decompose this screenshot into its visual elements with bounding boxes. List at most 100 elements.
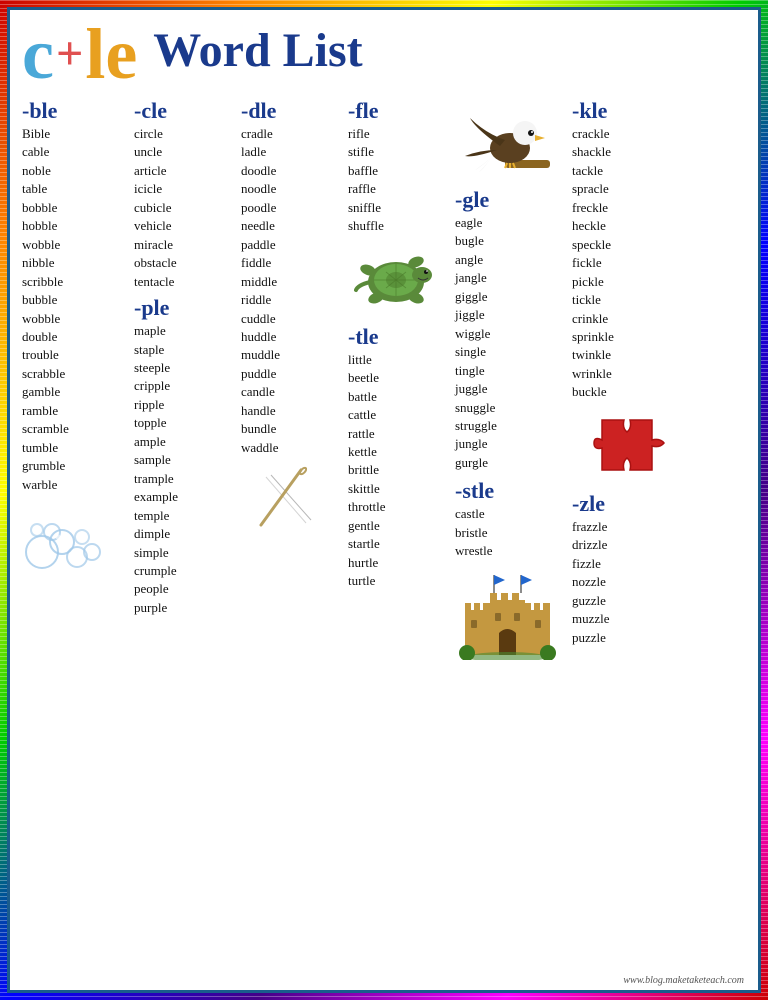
list-item: grumble	[22, 457, 132, 475]
list-item: beetle	[348, 369, 453, 387]
section-gle: -gle eagle bugle angle jangle giggle jig…	[455, 98, 570, 665]
list-item: turtle	[348, 572, 453, 590]
list-item: people	[134, 580, 239, 598]
list-item: throttle	[348, 498, 453, 516]
list-item: fickle	[572, 254, 692, 272]
list-item: Bible	[22, 125, 132, 143]
list-item: sprinkle	[572, 328, 692, 346]
list-item: topple	[134, 414, 239, 432]
list-item: stifle	[348, 143, 453, 161]
list-item: wobble	[22, 236, 132, 254]
list-item: candle	[241, 383, 346, 401]
list-item: wrinkle	[572, 365, 692, 383]
list-item: struggle	[455, 417, 570, 435]
kle-word-list: crackle shackle tackle spracle freckle h…	[572, 125, 692, 402]
section-tle: -tle little beetle battle cattle rattle …	[348, 324, 453, 591]
list-item: waddle	[241, 439, 346, 457]
list-item: tackle	[572, 162, 692, 180]
turtle-image	[348, 240, 453, 320]
list-item: uncle	[134, 143, 239, 161]
list-item: sniffle	[348, 199, 453, 217]
list-item: crinkle	[572, 310, 692, 328]
list-item: hobble	[22, 217, 132, 235]
list-item: ripple	[134, 396, 239, 414]
list-item: obstacle	[134, 254, 239, 272]
list-item: shuffle	[348, 217, 453, 235]
list-item: cable	[22, 143, 132, 161]
footer-url: www.blog.maketaketeach.com	[623, 975, 744, 986]
list-item: eagle	[455, 214, 570, 232]
list-item: double	[22, 328, 132, 346]
list-item: little	[348, 351, 453, 369]
list-item: noble	[22, 162, 132, 180]
list-item: cradle	[241, 125, 346, 143]
list-item: drizzle	[572, 536, 692, 554]
stle-header: -stle	[455, 478, 570, 504]
list-item: muzzle	[572, 610, 692, 628]
list-item: example	[134, 488, 239, 506]
list-item: trouble	[22, 346, 132, 364]
list-item: wobble	[22, 310, 132, 328]
list-item: raffle	[348, 180, 453, 198]
list-item: heckle	[572, 217, 692, 235]
list-item: guzzle	[572, 592, 692, 610]
list-item: jungle	[455, 435, 570, 453]
list-item: bobble	[22, 199, 132, 217]
list-item: crackle	[572, 125, 692, 143]
logo-plus: +	[56, 30, 83, 78]
list-item: simple	[134, 544, 239, 562]
list-item: fiddle	[241, 254, 346, 272]
castle-svg	[455, 565, 560, 660]
list-item: wrestle	[455, 542, 570, 560]
fle-header: -fle	[348, 98, 453, 124]
list-item: tingle	[455, 362, 570, 380]
list-item: nozzle	[572, 573, 692, 591]
list-item: handle	[241, 402, 346, 420]
section-ble: -ble Bible cable noble table bobble hobb…	[22, 98, 132, 665]
tle-header: -tle	[348, 324, 453, 350]
list-item: tickle	[572, 291, 692, 309]
section-cle: -cle circle uncle article icicle cubicle…	[134, 98, 239, 291]
header: c + le Word List	[22, 18, 746, 90]
list-item: bubble	[22, 291, 132, 309]
needle-svg	[241, 465, 331, 530]
logo: c + le	[22, 18, 137, 90]
list-item: ramble	[22, 402, 132, 420]
list-item: fizzle	[572, 555, 692, 573]
list-item: skittle	[348, 480, 453, 498]
list-item: puddle	[241, 365, 346, 383]
list-item: huddle	[241, 328, 346, 346]
right-top: -gle eagle bugle angle jangle giggle jig…	[455, 98, 746, 665]
list-item: cripple	[134, 377, 239, 395]
cle-header: -cle	[134, 98, 239, 124]
list-item: freckle	[572, 199, 692, 217]
list-item: icicle	[134, 180, 239, 198]
list-item: temple	[134, 507, 239, 525]
list-item: bugle	[455, 232, 570, 250]
turtle-svg	[348, 240, 443, 315]
puzzle-image	[592, 410, 692, 485]
list-item: staple	[134, 341, 239, 359]
list-item: sample	[134, 451, 239, 469]
cle-word-list: circle uncle article icicle cubicle vehi…	[134, 125, 239, 291]
list-item: middle	[241, 273, 346, 291]
list-item: scribble	[22, 273, 132, 291]
logo-c: c	[22, 18, 54, 90]
list-item: gentle	[348, 517, 453, 535]
list-item: crumple	[134, 562, 239, 580]
outer-frame: c + le Word List -ble Bible cable noble …	[0, 0, 768, 1000]
page-title: Word List	[153, 23, 362, 78]
section-ple: -ple maple staple steeple cripple ripple…	[134, 295, 239, 617]
needle-image	[241, 465, 346, 530]
list-item: twinkle	[572, 346, 692, 364]
list-item: maple	[134, 322, 239, 340]
list-item: steeple	[134, 359, 239, 377]
list-item: juggle	[455, 380, 570, 398]
list-item: castle	[455, 505, 570, 523]
list-item: spracle	[572, 180, 692, 198]
dle-header: -dle	[241, 98, 346, 124]
list-item: cubicle	[134, 199, 239, 217]
list-item: snuggle	[455, 399, 570, 417]
list-item: jangle	[455, 269, 570, 287]
list-item: wiggle	[455, 325, 570, 343]
